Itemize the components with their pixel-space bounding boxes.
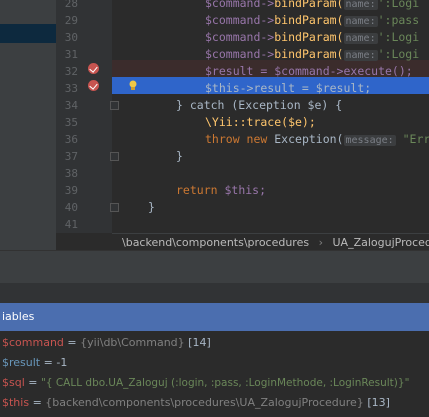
variable-row[interactable]: $result = -1 (2, 353, 67, 373)
panel-title: iables (2, 310, 35, 323)
line-number: 36 (64, 133, 78, 146)
line-number: 41 (64, 218, 78, 231)
code-line-current: $this->result = $result; (205, 81, 372, 95)
fold-marker-icon[interactable] (110, 203, 119, 212)
line-number: 32 (64, 65, 78, 78)
lightbulb-icon[interactable] (128, 80, 138, 91)
line-number: 30 (64, 31, 78, 44)
breadcrumb-class[interactable]: UA_ZalogujProcedure (333, 236, 429, 249)
code-line: $command->bindParam(name: ':pass (205, 13, 420, 27)
code-line: $command->bindParam(name: ':Logi (205, 47, 420, 61)
variables-panel[interactable]: $command = {yii\db\Command} [14] $result… (0, 331, 429, 417)
selected-tree-item[interactable] (0, 24, 56, 43)
line-number: 31 (64, 48, 78, 61)
line-number: 37 (64, 150, 78, 163)
line-number: 29 (64, 14, 78, 27)
debug-toolbar-area (0, 250, 429, 284)
code-line: } (176, 149, 183, 163)
fold-marker-icon[interactable] (110, 152, 119, 161)
variables-panel-header[interactable]: iables (0, 303, 429, 331)
line-number: 35 (64, 116, 78, 129)
breakpoint-icon[interactable] (88, 80, 99, 91)
line-number: 39 (64, 184, 78, 197)
fold-marker-icon[interactable] (110, 101, 119, 110)
code-line: $result = $command->execute(); (205, 64, 413, 78)
line-number: 33 (64, 82, 78, 95)
line-number: 28 (64, 0, 78, 10)
code-line: \Yii::trace($e); (205, 115, 316, 129)
code-line: } catch (Exception $e) { (176, 98, 343, 112)
line-number: 38 (64, 167, 78, 180)
code-line: return $this; (176, 183, 267, 197)
line-number: 34 (64, 99, 78, 112)
panel-divider[interactable] (0, 283, 429, 303)
breadcrumb[interactable]: \backend\components\procedures › UA_Zalo… (112, 233, 429, 251)
variable-row[interactable]: $command = {yii\db\Command} [14] (2, 333, 211, 353)
code-line: throw new Exception(message: "Err (205, 132, 429, 146)
project-tool-pane[interactable] (0, 0, 56, 250)
breakpoint-icon[interactable] (88, 63, 99, 74)
breadcrumb-path[interactable]: \backend\components\procedures (112, 236, 309, 249)
variable-row[interactable]: $this = {backend\components\procedures\U… (2, 393, 390, 413)
line-number: 40 (64, 201, 78, 214)
chevron-right-icon: › (318, 236, 323, 249)
variable-row[interactable]: $sql = "{ CALL dbo.UA_Zaloguj (:login, :… (2, 373, 409, 393)
code-line: $command->bindParam(name: ':Logi (205, 30, 420, 44)
code-line: } (148, 200, 155, 214)
